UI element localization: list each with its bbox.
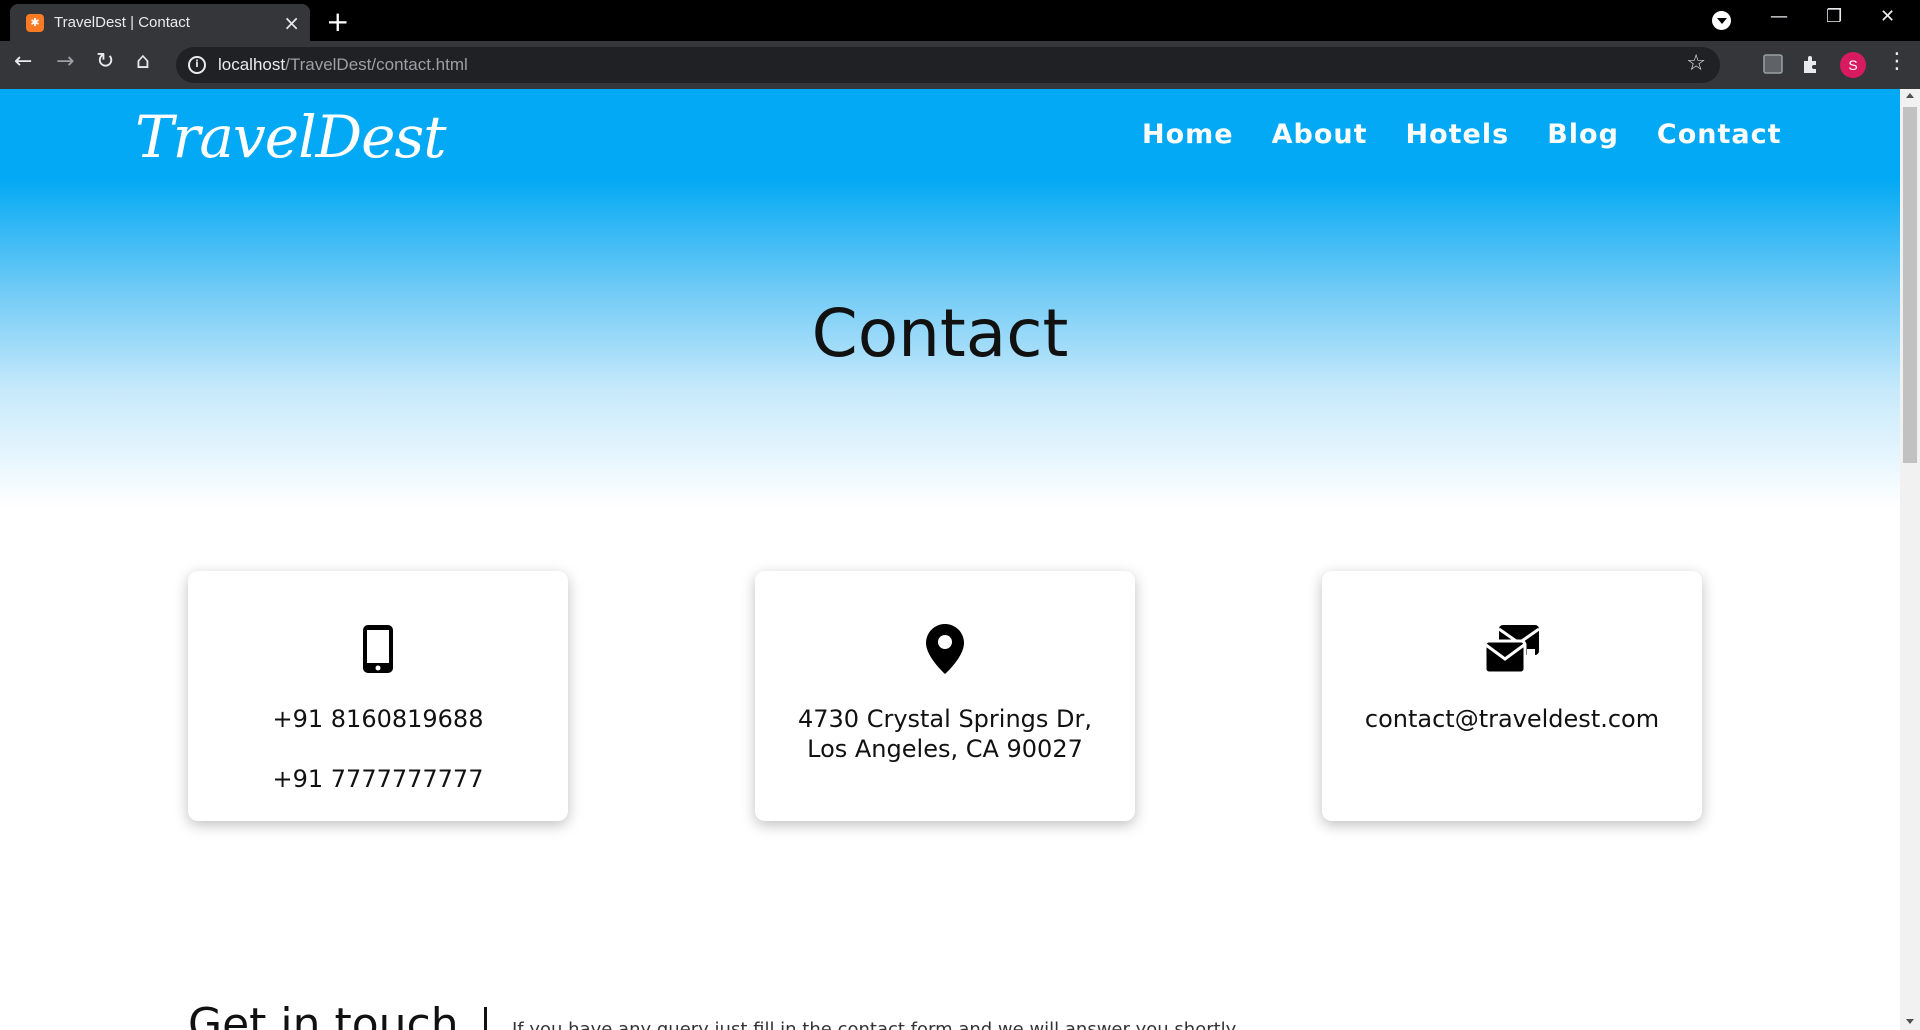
nav-blog[interactable]: Blog <box>1547 119 1619 150</box>
scrollbar-thumb[interactable] <box>1903 107 1917 463</box>
mobile-phone-icon <box>188 623 568 677</box>
site-logo[interactable]: TravelDest <box>135 103 447 171</box>
nav-home[interactable]: Home <box>1142 119 1234 150</box>
profile-avatar[interactable]: S <box>1840 52 1866 78</box>
tab-close-icon[interactable]: × <box>283 11 300 35</box>
address-line-1: 4730 Crystal Springs Dr, <box>797 705 1092 733</box>
url-text[interactable]: localhost/TravelDest/contact.html <box>218 55 468 75</box>
get-in-touch-text: If you have any query just fill in the c… <box>512 1019 1240 1030</box>
tab-title: TravelDest | Contact <box>54 14 190 31</box>
xampp-favicon-icon: ✱ <box>26 14 44 32</box>
downloads-icon[interactable] <box>1712 11 1731 30</box>
phone-number-1[interactable]: +91 8160819688 <box>188 705 568 733</box>
page-viewport: TravelDest Home About Hotels Blog Contac… <box>0 89 1900 1030</box>
hero-banner: TravelDest Home About Hotels Blog Contac… <box>0 89 1900 509</box>
bookmark-star-icon[interactable]: ☆ <box>1686 51 1706 76</box>
get-in-touch-heading: Get in touch <box>188 999 459 1030</box>
window-close-icon[interactable]: ✕ <box>1880 6 1895 27</box>
nav-contact[interactable]: Contact <box>1657 119 1782 150</box>
minimize-icon[interactable]: — <box>1770 6 1788 27</box>
forward-icon[interactable]: → <box>56 49 74 74</box>
email-address[interactable]: contact@traveldest.com <box>1322 705 1702 733</box>
extensions-puzzle-icon[interactable] <box>1800 53 1822 75</box>
phone-card: +91 8160819688 +91 7777777777 <box>188 571 568 821</box>
page-title: Contact <box>811 295 1069 372</box>
new-tab-button[interactable]: + <box>326 5 349 38</box>
reload-icon[interactable]: ↻ <box>96 49 114 74</box>
restore-icon[interactable]: ❐ <box>1826 6 1842 27</box>
heading-divider <box>484 1007 487 1030</box>
nav-about[interactable]: About <box>1272 119 1368 150</box>
browser-menu-icon[interactable]: ⋮ <box>1886 49 1908 74</box>
nav-hotels[interactable]: Hotels <box>1406 119 1510 150</box>
map-marker-icon <box>755 623 1135 677</box>
home-icon[interactable]: ⌂ <box>136 49 150 74</box>
browser-tab-bar: ✱ TravelDest | Contact × + — ❐ ✕ <box>0 0 1920 41</box>
site-info-icon[interactable]: i <box>188 56 206 74</box>
email-card: contact@traveldest.com <box>1322 571 1702 821</box>
envelopes-icon <box>1322 623 1702 677</box>
address-line-2: Los Angeles, CA 90027 <box>807 735 1083 763</box>
main-nav: Home About Hotels Blog Contact <box>1142 119 1782 150</box>
scroll-up-icon[interactable] <box>1906 93 1914 98</box>
browser-toolbar: ← → ↻ ⌂ i localhost/TravelDest/contact.h… <box>0 41 1920 89</box>
scroll-down-icon[interactable] <box>1906 1019 1914 1024</box>
address-bar[interactable]: i localhost/TravelDest/contact.html ☆ <box>176 47 1720 83</box>
phone-number-2[interactable]: +91 7777777777 <box>188 765 568 793</box>
browser-tab[interactable]: ✱ TravelDest | Contact × <box>10 4 310 41</box>
page-scrollbar[interactable] <box>1900 89 1920 1030</box>
back-icon[interactable]: ← <box>14 49 32 74</box>
extension-icon[interactable] <box>1762 53 1784 75</box>
address-card: 4730 Crystal Springs Dr, Los Angeles, CA… <box>755 571 1135 821</box>
